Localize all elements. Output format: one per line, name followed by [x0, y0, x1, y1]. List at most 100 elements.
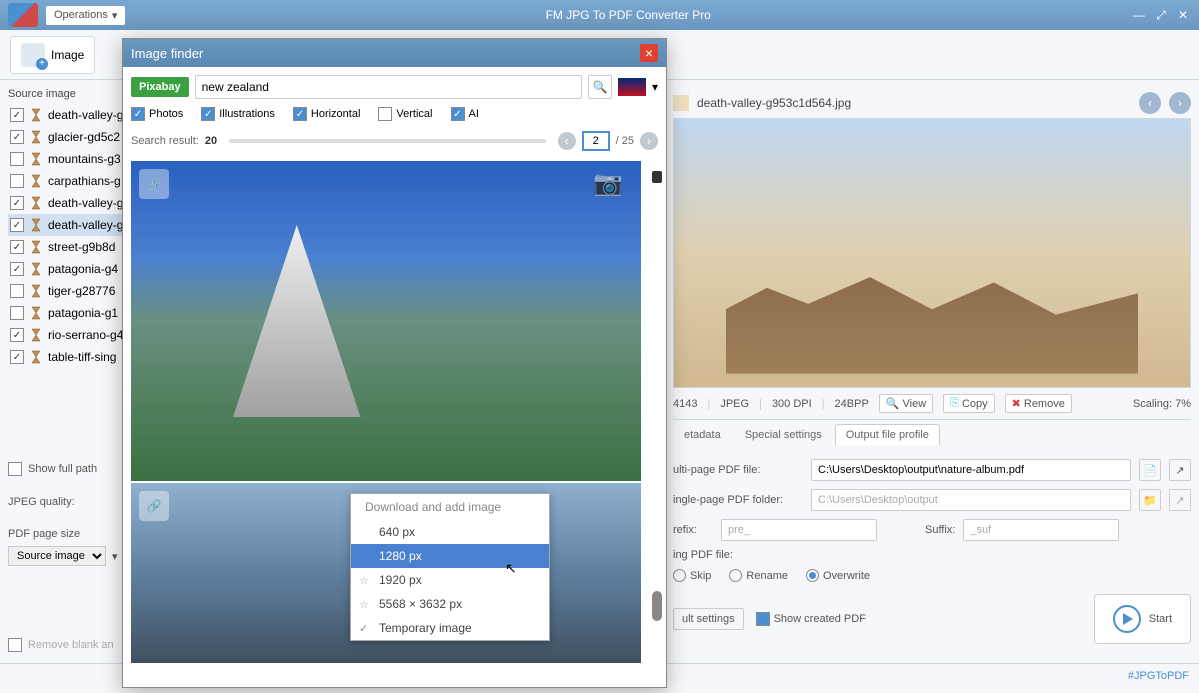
hourglass-icon — [30, 328, 42, 342]
horizontal-checkbox[interactable] — [293, 107, 307, 121]
pdf-icon-button[interactable]: 📄 — [1139, 459, 1161, 481]
file-checkbox[interactable] — [10, 240, 24, 254]
page-prev-button[interactable]: ‹ — [558, 132, 576, 150]
tab-metadata[interactable]: etadata — [673, 424, 732, 445]
operations-dropdown[interactable]: Operations ▾ — [46, 6, 125, 25]
hourglass-icon — [30, 262, 42, 276]
prev-image-button[interactable]: ‹ — [1139, 92, 1161, 114]
file-checkbox[interactable] — [10, 262, 24, 276]
tabs: etadata Special settings Output file pro… — [673, 424, 1191, 445]
title-bar: Operations ▾ FM JPG To PDF Converter Pro… — [0, 0, 1199, 30]
remove-blank-label: Remove blank an — [28, 639, 114, 651]
folder-icon-button[interactable]: 📁 — [1139, 489, 1161, 511]
file-checkbox[interactable] — [10, 350, 24, 364]
hourglass-icon — [30, 174, 42, 188]
file-checkbox[interactable] — [10, 108, 24, 122]
file-checkbox[interactable] — [10, 174, 24, 188]
multipage-path-input[interactable] — [811, 459, 1131, 481]
close-button[interactable]: ✕ — [1175, 7, 1191, 23]
right-panel: death-valley-g953c1d564.jpg ‹ › 4143| JP… — [665, 80, 1199, 663]
open-icon-button[interactable]: ↗ — [1169, 459, 1191, 481]
star-icon: ☆ — [359, 598, 369, 611]
minimize-button[interactable]: — — [1131, 7, 1147, 23]
open2-icon-button[interactable]: ↗ — [1169, 489, 1191, 511]
file-checkbox[interactable] — [10, 152, 24, 166]
context-menu-item[interactable]: ☆1920 px — [351, 568, 549, 592]
vertical-checkbox[interactable] — [378, 107, 392, 121]
page-input[interactable] — [582, 131, 610, 151]
show-created-checkbox[interactable] — [756, 612, 770, 626]
result-image-1[interactable]: 🔗 📷 — [131, 161, 641, 481]
chevron-down-icon: ▾ — [112, 550, 118, 563]
file-name: carpathians-g — [48, 174, 121, 188]
file-checkbox[interactable] — [10, 130, 24, 144]
maximize-button[interactable]: ⤢ — [1153, 7, 1169, 23]
search-button[interactable]: 🔍 — [588, 75, 612, 99]
format-value: JPEG — [720, 398, 749, 410]
image-preview — [673, 118, 1191, 388]
dialog-scrollbar[interactable] — [650, 161, 664, 687]
remove-button[interactable]: ✖Remove — [1005, 394, 1072, 413]
file-name: table-tiff-sing — [48, 350, 116, 364]
overwrite-radio[interactable] — [806, 569, 819, 582]
copy-button[interactable]: ⎘Copy — [943, 394, 995, 413]
chevron-down-icon[interactable]: ▾ — [652, 80, 658, 94]
default-settings-button[interactable]: ult settings — [673, 608, 744, 630]
view-button[interactable]: 🔍View — [879, 394, 933, 413]
tab-content: ulti-page PDF file: 📄 ↗ ingle-page PDF f… — [673, 445, 1191, 662]
context-menu-item[interactable]: 640 px — [351, 520, 549, 544]
file-checkbox[interactable] — [10, 218, 24, 232]
context-menu-item[interactable]: ☆5568 × 3632 px — [351, 592, 549, 616]
result-slider[interactable] — [229, 139, 546, 143]
search-input[interactable] — [195, 75, 582, 99]
dialog-title-bar: Image finder × — [123, 39, 666, 67]
dialog-top: Pixabay 🔍 ▾ Photos Illustrations Horizon… — [123, 67, 666, 161]
dialog-close-button[interactable]: × — [640, 44, 658, 62]
magnifier-icon: 🔍 — [886, 397, 900, 410]
existing-label: ing PDF file: — [673, 549, 753, 561]
file-checkbox[interactable] — [10, 306, 24, 320]
prefix-input[interactable] — [721, 519, 877, 541]
file-icon — [673, 95, 689, 111]
file-name: death-valley-g — [48, 218, 123, 232]
suffix-input[interactable] — [963, 519, 1119, 541]
operations-label: Operations — [54, 9, 108, 21]
file-checkbox[interactable] — [10, 284, 24, 298]
pdf-page-size-label: PDF page size — [8, 528, 80, 540]
singlepage-path-input[interactable] — [811, 489, 1131, 511]
temporary-image-item[interactable]: ✓ Temporary image — [351, 616, 549, 640]
file-name: tiger-g28776 — [48, 284, 115, 298]
rename-radio[interactable] — [729, 569, 742, 582]
tab-special[interactable]: Special settings — [734, 424, 833, 445]
ai-checkbox[interactable] — [451, 107, 465, 121]
footer-hashtag[interactable]: #JPGToPDF — [1128, 670, 1189, 682]
dialog-title: Image finder — [131, 46, 203, 61]
file-checkbox[interactable] — [10, 328, 24, 342]
start-button[interactable]: Start — [1094, 594, 1191, 644]
image-plus-icon — [21, 43, 45, 67]
next-image-button[interactable]: › — [1169, 92, 1191, 114]
illustrations-checkbox[interactable] — [201, 107, 215, 121]
tab-output[interactable]: Output file profile — [835, 424, 940, 445]
size-select[interactable]: Source image — [8, 546, 106, 566]
file-name: patagonia-g4 — [48, 262, 118, 276]
context-menu-item[interactable]: 1280 px — [351, 544, 549, 568]
skip-radio[interactable] — [673, 569, 686, 582]
link-icon[interactable]: 🔗 — [139, 169, 169, 199]
show-full-path-checkbox[interactable] — [8, 462, 22, 476]
result-count: 20 — [205, 135, 217, 147]
file-name: patagonia-g1 — [48, 306, 118, 320]
dpi-value: 300 DPI — [772, 398, 812, 410]
page-next-button[interactable]: › — [640, 132, 658, 150]
hourglass-icon — [30, 350, 42, 364]
file-checkbox[interactable] — [10, 196, 24, 210]
photos-checkbox[interactable] — [131, 107, 145, 121]
link-icon[interactable]: 🔗 — [139, 491, 169, 521]
remove-blank-checkbox[interactable] — [8, 638, 22, 652]
language-flag[interactable] — [618, 78, 646, 96]
check-icon: ✓ — [359, 622, 368, 635]
info-bar: 4143| JPEG| 300 DPI| 24BPP 🔍View ⎘Copy ✖… — [673, 388, 1191, 420]
file-name: death-valley-g — [48, 196, 123, 210]
provider-badge[interactable]: Pixabay — [131, 77, 189, 97]
add-image-button[interactable]: Image — [10, 36, 95, 74]
